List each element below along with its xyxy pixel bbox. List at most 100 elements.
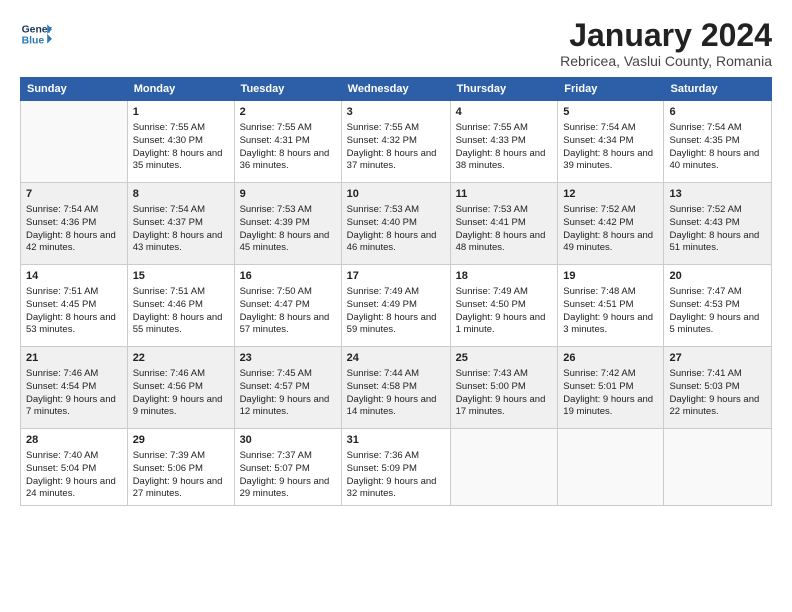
daylight-text: Daylight: 8 hours and 39 minutes. — [563, 148, 653, 172]
sunset-text: Sunset: 4:54 PM — [26, 381, 96, 392]
day-number: 3 — [347, 105, 445, 120]
sunrise-text: Sunrise: 7:54 AM — [563, 122, 635, 133]
day-number: 8 — [133, 187, 229, 202]
daylight-text: Daylight: 9 hours and 3 minutes. — [563, 312, 653, 336]
sunset-text: Sunset: 4:30 PM — [133, 135, 203, 146]
daylight-text: Daylight: 8 hours and 48 minutes. — [456, 230, 546, 254]
title-block: January 2024 Rebricea, Vaslui County, Ro… — [560, 18, 772, 69]
sunset-text: Sunset: 4:46 PM — [133, 299, 203, 310]
day-number: 30 — [240, 433, 336, 448]
sunrise-text: Sunrise: 7:54 AM — [669, 122, 741, 133]
daylight-text: Daylight: 8 hours and 40 minutes. — [669, 148, 759, 172]
sunrise-text: Sunrise: 7:44 AM — [347, 368, 419, 379]
day-number: 10 — [347, 187, 445, 202]
col-tuesday: Tuesday — [234, 78, 341, 101]
table-row — [450, 429, 558, 506]
sunset-text: Sunset: 4:56 PM — [133, 381, 203, 392]
sunrise-text: Sunrise: 7:55 AM — [456, 122, 528, 133]
sunrise-text: Sunrise: 7:40 AM — [26, 450, 98, 461]
sunrise-text: Sunrise: 7:39 AM — [133, 450, 205, 461]
daylight-text: Daylight: 9 hours and 1 minute. — [456, 312, 546, 336]
calendar-subtitle: Rebricea, Vaslui County, Romania — [560, 53, 772, 69]
logo-icon: General Blue — [20, 18, 52, 50]
day-number: 14 — [26, 269, 122, 284]
daylight-text: Daylight: 8 hours and 35 minutes. — [133, 148, 223, 172]
daylight-text: Daylight: 8 hours and 49 minutes. — [563, 230, 653, 254]
daylight-text: Daylight: 9 hours and 27 minutes. — [133, 476, 223, 500]
sunset-text: Sunset: 4:57 PM — [240, 381, 310, 392]
table-row: 18Sunrise: 7:49 AMSunset: 4:50 PMDayligh… — [450, 265, 558, 347]
day-number: 22 — [133, 351, 229, 366]
sunrise-text: Sunrise: 7:45 AM — [240, 368, 312, 379]
sunrise-text: Sunrise: 7:42 AM — [563, 368, 635, 379]
day-number: 21 — [26, 351, 122, 366]
table-row: 5Sunrise: 7:54 AMSunset: 4:34 PMDaylight… — [558, 101, 664, 183]
daylight-text: Daylight: 8 hours and 36 minutes. — [240, 148, 330, 172]
day-number: 26 — [563, 351, 658, 366]
sunset-text: Sunset: 4:47 PM — [240, 299, 310, 310]
col-saturday: Saturday — [664, 78, 772, 101]
table-row: 23Sunrise: 7:45 AMSunset: 4:57 PMDayligh… — [234, 347, 341, 429]
col-thursday: Thursday — [450, 78, 558, 101]
daylight-text: Daylight: 9 hours and 19 minutes. — [563, 394, 653, 418]
table-row: 20Sunrise: 7:47 AMSunset: 4:53 PMDayligh… — [664, 265, 772, 347]
col-friday: Friday — [558, 78, 664, 101]
sunset-text: Sunset: 5:06 PM — [133, 463, 203, 474]
calendar-title: January 2024 — [560, 18, 772, 53]
sunset-text: Sunset: 4:33 PM — [456, 135, 526, 146]
col-sunday: Sunday — [21, 78, 128, 101]
calendar-week-row: 7Sunrise: 7:54 AMSunset: 4:36 PMDaylight… — [21, 183, 772, 265]
sunrise-text: Sunrise: 7:53 AM — [456, 204, 528, 215]
day-number: 2 — [240, 105, 336, 120]
daylight-text: Daylight: 9 hours and 9 minutes. — [133, 394, 223, 418]
daylight-text: Daylight: 8 hours and 45 minutes. — [240, 230, 330, 254]
sunset-text: Sunset: 5:00 PM — [456, 381, 526, 392]
sunrise-text: Sunrise: 7:51 AM — [133, 286, 205, 297]
daylight-text: Daylight: 8 hours and 43 minutes. — [133, 230, 223, 254]
day-number: 12 — [563, 187, 658, 202]
daylight-text: Daylight: 8 hours and 38 minutes. — [456, 148, 546, 172]
day-number: 28 — [26, 433, 122, 448]
table-row: 10Sunrise: 7:53 AMSunset: 4:40 PMDayligh… — [341, 183, 450, 265]
sunrise-text: Sunrise: 7:50 AM — [240, 286, 312, 297]
table-row: 17Sunrise: 7:49 AMSunset: 4:49 PMDayligh… — [341, 265, 450, 347]
day-number: 15 — [133, 269, 229, 284]
table-row: 9Sunrise: 7:53 AMSunset: 4:39 PMDaylight… — [234, 183, 341, 265]
sunset-text: Sunset: 4:35 PM — [669, 135, 739, 146]
sunrise-text: Sunrise: 7:43 AM — [456, 368, 528, 379]
daylight-text: Daylight: 8 hours and 59 minutes. — [347, 312, 437, 336]
day-number: 19 — [563, 269, 658, 284]
day-number: 9 — [240, 187, 336, 202]
day-number: 31 — [347, 433, 445, 448]
sunset-text: Sunset: 4:32 PM — [347, 135, 417, 146]
table-row: 8Sunrise: 7:54 AMSunset: 4:37 PMDaylight… — [127, 183, 234, 265]
table-row: 31Sunrise: 7:36 AMSunset: 5:09 PMDayligh… — [341, 429, 450, 506]
table-row: 1Sunrise: 7:55 AMSunset: 4:30 PMDaylight… — [127, 101, 234, 183]
daylight-text: Daylight: 9 hours and 32 minutes. — [347, 476, 437, 500]
daylight-text: Daylight: 8 hours and 37 minutes. — [347, 148, 437, 172]
table-row: 19Sunrise: 7:48 AMSunset: 4:51 PMDayligh… — [558, 265, 664, 347]
sunset-text: Sunset: 4:45 PM — [26, 299, 96, 310]
sunrise-text: Sunrise: 7:53 AM — [347, 204, 419, 215]
logo: General Blue — [20, 18, 52, 50]
daylight-text: Daylight: 8 hours and 42 minutes. — [26, 230, 116, 254]
sunset-text: Sunset: 4:42 PM — [563, 217, 633, 228]
sunrise-text: Sunrise: 7:48 AM — [563, 286, 635, 297]
sunrise-text: Sunrise: 7:54 AM — [26, 204, 98, 215]
table-row: 25Sunrise: 7:43 AMSunset: 5:00 PMDayligh… — [450, 347, 558, 429]
table-row: 22Sunrise: 7:46 AMSunset: 4:56 PMDayligh… — [127, 347, 234, 429]
day-number: 13 — [669, 187, 766, 202]
sunrise-text: Sunrise: 7:54 AM — [133, 204, 205, 215]
sunset-text: Sunset: 4:39 PM — [240, 217, 310, 228]
day-number: 16 — [240, 269, 336, 284]
daylight-text: Daylight: 9 hours and 22 minutes. — [669, 394, 759, 418]
daylight-text: Daylight: 9 hours and 12 minutes. — [240, 394, 330, 418]
sunset-text: Sunset: 4:43 PM — [669, 217, 739, 228]
table-row — [558, 429, 664, 506]
sunrise-text: Sunrise: 7:49 AM — [347, 286, 419, 297]
sunset-text: Sunset: 4:36 PM — [26, 217, 96, 228]
sunset-text: Sunset: 4:49 PM — [347, 299, 417, 310]
day-number: 18 — [456, 269, 553, 284]
day-number: 25 — [456, 351, 553, 366]
table-row: 11Sunrise: 7:53 AMSunset: 4:41 PMDayligh… — [450, 183, 558, 265]
